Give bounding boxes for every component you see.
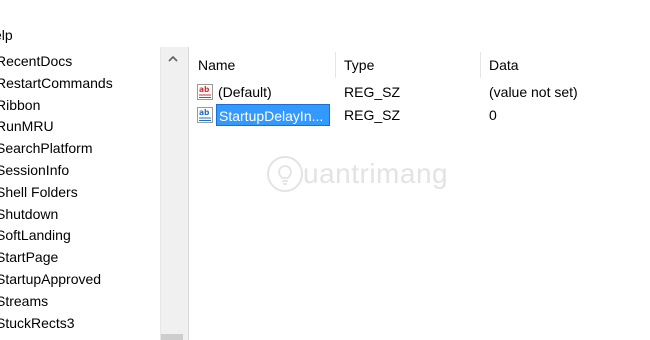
tree-item-shutdown[interactable]: Shutdown: [0, 204, 113, 226]
chevron-up-icon: [167, 55, 178, 62]
string-value-icon: ab: [197, 107, 213, 123]
tree-vertical-scrollbar[interactable]: [160, 47, 184, 340]
tree-item-startupapproved[interactable]: StartupApproved: [0, 269, 113, 291]
svg-text:ab: ab: [199, 85, 210, 94]
menu-bar: elp: [0, 0, 650, 46]
tree-item-restartcommands[interactable]: RestartCommands: [0, 73, 113, 95]
value-row-default[interactable]: ab (Default) REG_SZ (value not set): [189, 81, 650, 103]
svg-text:ab: ab: [199, 108, 210, 117]
tree-item-softlanding[interactable]: SoftLanding: [0, 225, 113, 247]
value-type: REG_SZ: [344, 107, 401, 123]
tree-item-ribbon[interactable]: Ribbon: [0, 95, 113, 117]
scroll-thumb[interactable]: [161, 334, 184, 340]
tree-item-shell-folders[interactable]: Shell Folders: [0, 182, 113, 204]
key-tree-pane[interactable]: RecentDocs RestartCommands Ribbon RunMRU…: [0, 47, 184, 340]
value-type: REG_SZ: [344, 84, 401, 100]
column-header-data[interactable]: Data: [489, 50, 519, 80]
value-row-startupdelay[interactable]: ab StartupDelayIn... REG_SZ 0: [189, 104, 650, 126]
tree-item-searchplatform[interactable]: SearchPlatform: [0, 138, 113, 160]
column-divider[interactable]: [335, 52, 336, 78]
tree-item-recentdocs[interactable]: RecentDocs: [0, 51, 113, 73]
column-header-type[interactable]: Type: [344, 50, 374, 80]
menu-help[interactable]: elp: [0, 27, 13, 43]
tree-item-streams[interactable]: Streams: [0, 291, 113, 313]
string-value-icon: ab: [197, 84, 213, 100]
tree-item-runmru[interactable]: RunMRU: [0, 116, 113, 138]
tree-item-startpage[interactable]: StartPage: [0, 247, 113, 269]
column-header: Name Type Data: [189, 50, 650, 80]
value-data: 0: [489, 107, 497, 123]
scroll-up-button[interactable]: [161, 47, 184, 71]
column-divider[interactable]: [480, 52, 481, 78]
column-header-name[interactable]: Name: [198, 50, 235, 80]
watermark-text: uantrimang: [303, 158, 449, 189]
value-name: (Default): [218, 84, 272, 100]
watermark: uantrimang: [265, 152, 465, 201]
value-data: (value not set): [489, 84, 578, 100]
value-name-edit-field[interactable]: StartupDelayIn...: [216, 104, 331, 126]
tree-item-stuckrects3[interactable]: StuckRects3: [0, 313, 113, 335]
tree-item-sessioninfo[interactable]: SessionInfo: [0, 160, 113, 182]
key-tree-list: RecentDocs RestartCommands Ribbon RunMRU…: [0, 51, 113, 334]
